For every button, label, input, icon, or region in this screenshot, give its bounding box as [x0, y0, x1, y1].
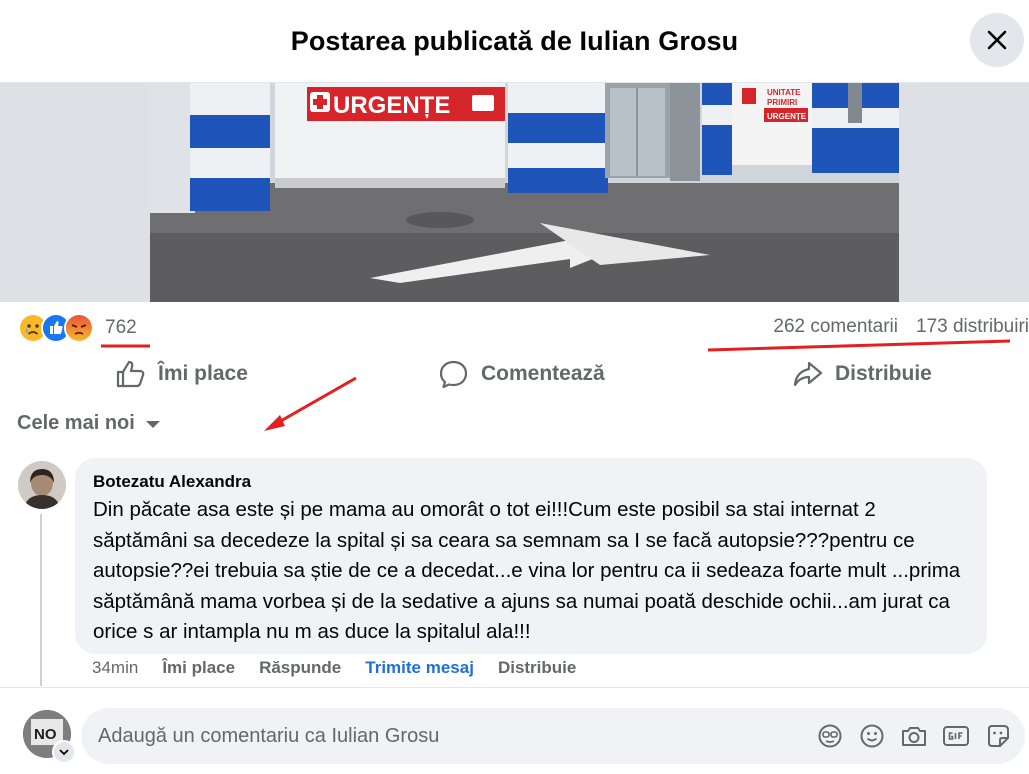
avatar-sticker-icon — [818, 724, 842, 748]
like-label: Îmi place — [158, 362, 248, 385]
comment-bubble: Botezatu Alexandra Din păcate asa este ș… — [75, 458, 987, 654]
angry-reaction-icon — [64, 313, 94, 343]
thread-line — [40, 514, 42, 686]
close-icon — [987, 30, 1007, 50]
chevron-down-icon — [59, 748, 69, 755]
reaction-summary[interactable]: 762 — [18, 313, 137, 343]
post-actions: Îmi place Comentează Distribuie — [0, 352, 1029, 396]
gif-button[interactable] — [941, 722, 971, 750]
post-photo[interactable]: URGENȚE UNITATE PRIMIRI URGENȚE — [150, 83, 899, 302]
comment-bubble-icon — [439, 360, 468, 389]
avatar-sign-text: NO — [34, 726, 57, 743]
commenter-avatar[interactable] — [18, 461, 66, 509]
sort-label: Cele mai noi — [17, 412, 135, 434]
engagement-counts: 262 comentarii 173 distribuiri — [755, 316, 1029, 338]
comment-meta: 34min Îmi place Răspunde Trimite mesaj D… — [92, 658, 600, 678]
emoji-button[interactable] — [857, 722, 887, 750]
comment-like-button[interactable]: Îmi place — [162, 658, 235, 678]
share-label: Distribuie — [835, 362, 932, 385]
comment-label: Comentează — [481, 362, 605, 385]
dialog-title: Postarea publicată de Iulian Grosu — [290, 25, 739, 56]
unit-sign-line3: URGENȚE — [767, 112, 807, 121]
annotation-arrow — [264, 376, 357, 431]
comment-share-button[interactable]: Distribuie — [498, 658, 576, 678]
camera-icon — [902, 727, 926, 746]
unit-sign-line2: PRIMIRI — [767, 98, 797, 107]
share-arrow-icon — [793, 361, 823, 387]
gif-icon — [943, 726, 969, 746]
thumbs-up-icon — [116, 360, 145, 388]
comment-reply-button[interactable]: Răspunde — [259, 658, 341, 678]
dialog-header: Postarea publicată de Iulian Grosu — [0, 0, 1029, 83]
annotation-underline-reactions — [101, 344, 150, 348]
sticker-button[interactable] — [983, 722, 1013, 750]
avatar-sticker-button[interactable] — [815, 722, 845, 750]
compose-tools — [815, 722, 1025, 750]
close-button[interactable] — [970, 13, 1024, 67]
comment-text: Din păcate asa este și pe mama au omorât… — [93, 498, 961, 643]
post-photo-area: URGENȚE UNITATE PRIMIRI URGENȚE — [0, 83, 1029, 302]
profile-switch-button[interactable] — [52, 740, 76, 764]
comment-button[interactable]: Comentează — [438, 352, 605, 396]
comment-time[interactable]: 34min — [92, 658, 138, 678]
sticker-icon — [988, 725, 1009, 747]
unit-sign-line1: UNITATE — [767, 88, 801, 97]
urgente-sign-text: URGENȚE — [333, 92, 450, 119]
caret-down-icon — [145, 420, 160, 428]
comment-send-message-button[interactable]: Trimite mesaj — [365, 658, 474, 678]
comment-author[interactable]: Botezatu Alexandra — [93, 472, 969, 492]
comment-sort-dropdown[interactable]: Cele mai noi — [17, 412, 161, 435]
compose-divider — [0, 687, 1029, 688]
like-button[interactable]: Îmi place — [115, 352, 248, 396]
reaction-count[interactable]: 762 — [105, 317, 137, 339]
camera-button[interactable] — [899, 722, 929, 750]
comments-count[interactable]: 262 comentarii — [773, 316, 898, 337]
emoji-icon — [860, 724, 884, 748]
share-button[interactable]: Distribuie — [792, 352, 932, 396]
shares-count[interactable]: 173 distribuiri — [916, 316, 1029, 337]
